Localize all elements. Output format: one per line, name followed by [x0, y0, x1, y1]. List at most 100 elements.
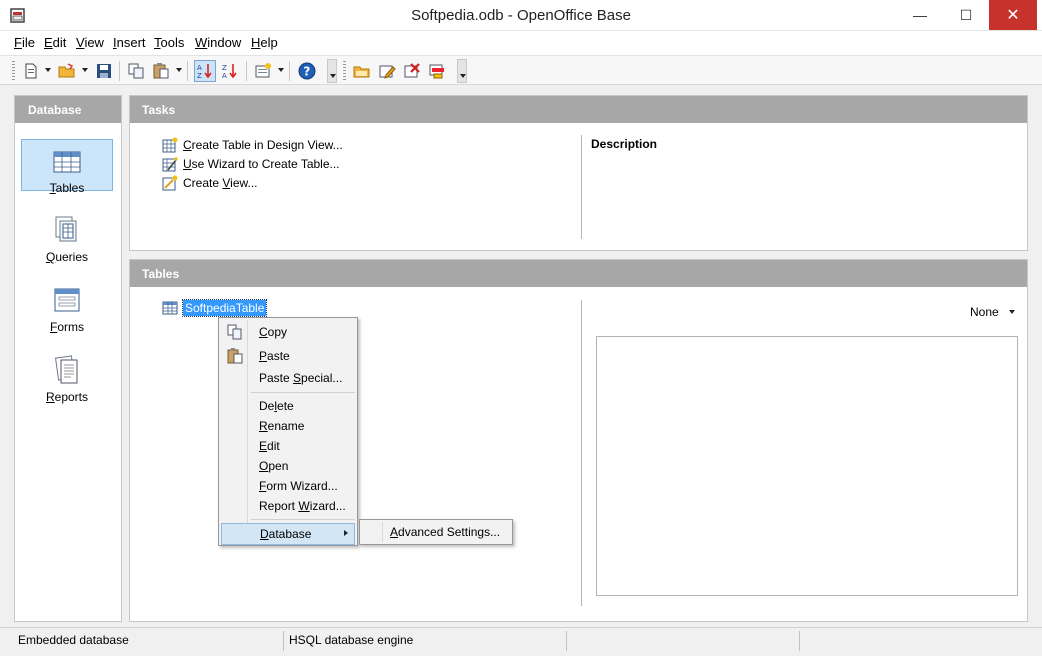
paste-special-text: pecial... — [301, 371, 343, 385]
paste-mnemonic: P — [259, 349, 268, 363]
task-create-table-design-view[interactable]: Create Table in Design View... — [162, 137, 343, 153]
menu-window[interactable]: Window — [195, 35, 241, 50]
svg-text:Z: Z — [197, 72, 202, 80]
preview-area — [596, 336, 1018, 596]
toolbar-separator — [246, 61, 247, 81]
edit-button[interactable] — [376, 60, 398, 82]
context-menu-open-label: Open — [259, 459, 288, 473]
close-button[interactable]: ✕ — [989, 0, 1037, 30]
sort-descending-icon: ZA — [222, 64, 237, 80]
database-text: atabase — [268, 527, 312, 541]
toolbar-grip[interactable] — [12, 61, 15, 81]
submenu-arrow-icon — [344, 530, 348, 536]
copy-button[interactable] — [125, 60, 147, 82]
help-button[interactable]: ? — [296, 60, 318, 82]
toolbar-grip[interactable] — [343, 61, 346, 81]
sort-descending-button[interactable]: ZA — [219, 60, 241, 82]
submenu-advanced-settings[interactable]: Advanced Settings... — [390, 525, 500, 539]
task-create-table-text: reate Table in Design View... — [191, 138, 343, 152]
tasks-panel: Tasks Create Table in Design View... Use… — [129, 95, 1028, 251]
database-item-queries[interactable]: Queries — [21, 209, 113, 264]
open-button[interactable] — [56, 60, 78, 82]
menu-edit-label: dit — [52, 35, 67, 50]
menu-view[interactable]: View — [76, 35, 104, 50]
database-item-forms-label: Forms — [21, 320, 113, 334]
delete-icon — [404, 63, 420, 78]
svg-text:Z: Z — [222, 64, 227, 72]
task-use-wizard-label: Use Wizard to Create Table... — [183, 157, 340, 171]
context-menu-paste[interactable]: Paste — [221, 346, 355, 366]
table-tree-item[interactable]: SoftpediaTable — [162, 299, 268, 317]
database-item-queries-mnemonic: Q — [45, 250, 56, 264]
context-menu-open[interactable]: Open — [221, 456, 355, 476]
minimize-button[interactable]: — — [897, 0, 943, 30]
task-use-wizard-create-table[interactable]: Use Wizard to Create Table... — [162, 156, 340, 172]
context-menu-separator — [251, 392, 355, 393]
task-create-view-mnemonic: V — [222, 176, 231, 190]
copy-mnemonic: C — [259, 325, 268, 339]
form-dropdown-arrow[interactable] — [278, 68, 284, 72]
menu-window-label: indow — [207, 35, 242, 50]
edit-mnemonic: E — [259, 439, 268, 453]
database-item-queries-text: ueries — [55, 250, 89, 264]
task-create-view-label: Create View... — [183, 176, 258, 190]
database-item-reports-mnemonic: R — [45, 390, 55, 404]
report-wizard-text: izard... — [309, 499, 346, 513]
task-create-view[interactable]: Create View... — [162, 175, 258, 191]
paste-icon — [153, 63, 169, 79]
table-tree-item-label[interactable]: SoftpediaTable — [181, 299, 268, 317]
context-menu-database-label: Database — [260, 527, 311, 541]
database-item-reports-label: Reports — [21, 390, 113, 404]
rename-icon — [429, 64, 444, 79]
task-create-table-design-view-label: Create Table in Design View... — [183, 138, 343, 152]
delete-text: ete — [277, 399, 294, 413]
database-item-reports[interactable]: Reports — [21, 349, 113, 404]
new-document-button[interactable] — [20, 60, 42, 82]
sort-ascending-button[interactable]: AZ — [194, 60, 216, 82]
save-button[interactable] — [93, 60, 115, 82]
menu-tools[interactable]: Tools — [154, 35, 184, 50]
database-item-tables[interactable]: Tables — [21, 139, 113, 195]
context-menu-form-wizard[interactable]: Form Wizard... — [221, 476, 355, 496]
task-create-table-mnemonic: C — [183, 138, 192, 152]
preview-mode-dropdown[interactable]: None — [970, 305, 1015, 319]
report-wizard-prefix: Report — [259, 499, 299, 513]
context-menu: Copy Paste Paste Special... Delete Renam… — [218, 317, 358, 546]
status-separator — [799, 631, 800, 651]
tables-icon — [53, 151, 81, 173]
status-database-engine: HSQL database engine — [289, 633, 414, 647]
context-menu-delete[interactable]: Delete — [221, 396, 355, 416]
window-title: Softpedia.odb - OpenOffice Base — [411, 7, 631, 24]
toolbar-overflow-button[interactable] — [457, 59, 467, 83]
paste-special-prefix: Paste — [259, 371, 294, 385]
context-menu-paste-label: Paste — [259, 349, 290, 363]
context-menu-rename[interactable]: Rename — [221, 416, 355, 436]
open-database-object-button[interactable] — [351, 60, 373, 82]
context-menu-paste-special[interactable]: Paste Special... — [221, 368, 355, 388]
database-item-forms[interactable]: Forms — [21, 279, 113, 334]
submenu-gutter — [382, 522, 383, 542]
paste-dropdown-arrow[interactable] — [176, 68, 182, 72]
toolbar-overflow-button[interactable] — [327, 59, 337, 83]
maximize-button[interactable]: ☐ — [943, 0, 989, 30]
menu-help[interactable]: Help — [251, 35, 278, 50]
form-button[interactable] — [252, 60, 274, 82]
database-item-queries-label: Queries — [21, 250, 113, 264]
reports-icon — [54, 355, 78, 384]
delete-button[interactable] — [401, 60, 423, 82]
context-menu-report-wizard-label: Report Wizard... — [259, 499, 346, 513]
paste-button[interactable] — [150, 60, 172, 82]
new-document-dropdown-arrow[interactable] — [45, 68, 51, 72]
context-menu-edit[interactable]: Edit — [221, 436, 355, 456]
menu-edit[interactable]: Edit — [44, 35, 66, 50]
context-menu-edit-label: Edit — [259, 439, 280, 453]
context-menu-report-wizard[interactable]: Report Wizard... — [221, 496, 355, 516]
context-menu-database[interactable]: Database — [221, 523, 355, 545]
rename-button[interactable] — [426, 60, 448, 82]
open-dropdown-arrow[interactable] — [82, 68, 88, 72]
context-menu-copy[interactable]: Copy — [221, 322, 355, 342]
edit-text: dit — [267, 439, 280, 453]
menu-file[interactable]: File — [14, 35, 35, 50]
menu-insert[interactable]: Insert — [113, 35, 146, 50]
forms-icon — [54, 288, 80, 312]
